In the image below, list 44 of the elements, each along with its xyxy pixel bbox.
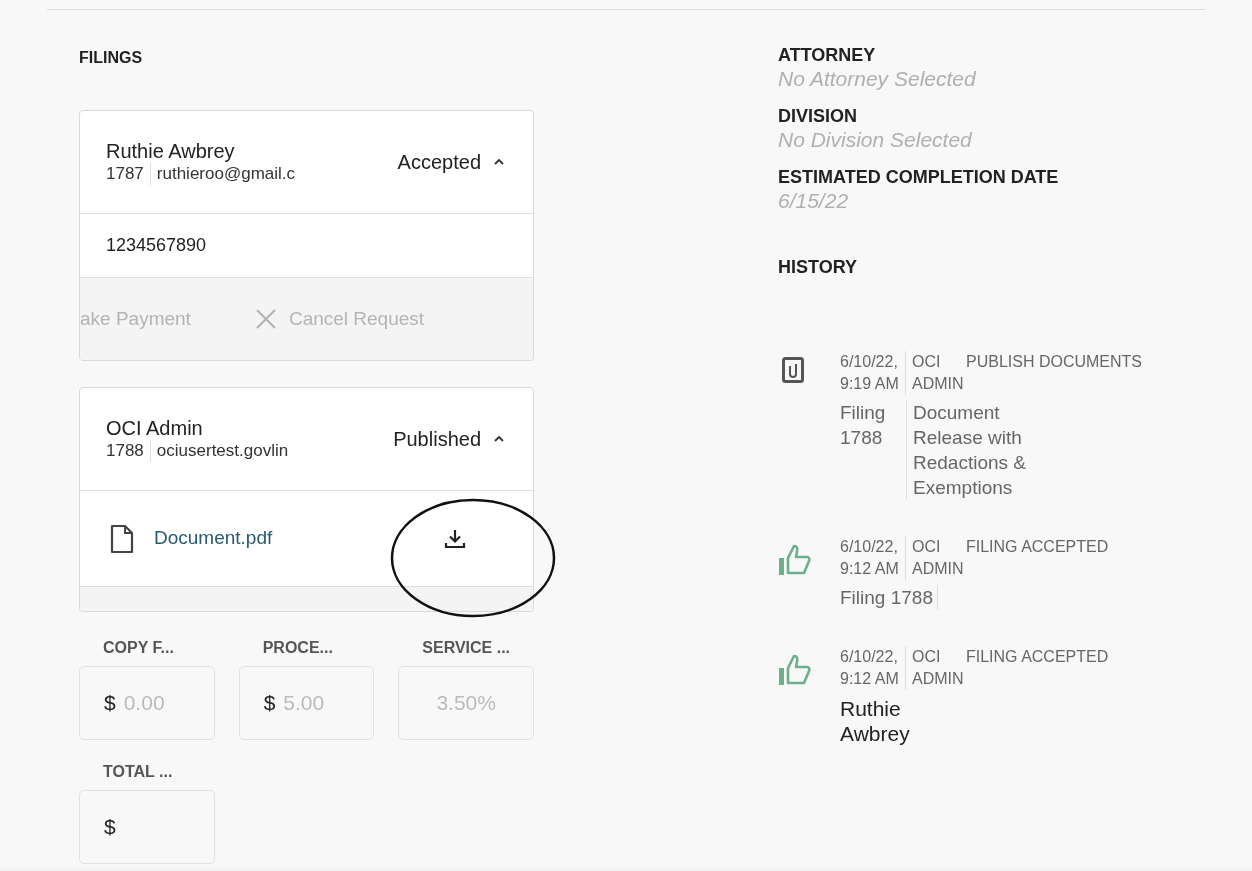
filing-number: 1787 xyxy=(106,163,151,185)
file-icon xyxy=(110,523,134,554)
detail-value: 6/15/22 xyxy=(778,188,850,214)
detail-label: ATTORNEY xyxy=(778,44,877,66)
detail-value: No Attorney Selected xyxy=(778,66,977,92)
field-label: SERVICE ... xyxy=(421,638,512,658)
section-heading: FILINGS xyxy=(79,48,144,68)
history-subject: Filing 1788 xyxy=(840,401,887,450)
history-date: 6/10/22, 9:12 AM xyxy=(840,646,906,690)
fee-field: $ 5.00 xyxy=(238,666,375,740)
history-subject: Filing 1788 xyxy=(840,586,934,610)
thumbs-up-icon xyxy=(778,544,814,576)
fee-field: 3.50% xyxy=(398,666,534,740)
filer-name: OCI Admin xyxy=(106,416,204,440)
filer-email: ruthieroo@gmail.c xyxy=(155,163,296,185)
history-action: PUBLISH DOCUMENTS xyxy=(966,352,1143,372)
field-label: PROCE... xyxy=(261,638,334,658)
attachment-icon xyxy=(782,357,804,383)
history-action: FILING ACCEPTED xyxy=(966,647,1109,667)
history-actor: OCI ADMIN xyxy=(911,537,965,579)
section-heading: HISTORY xyxy=(778,256,858,279)
fee-field: $ xyxy=(79,790,215,864)
detail-label: DIVISION xyxy=(778,105,858,127)
filer-name: Ruthie Awbrey xyxy=(106,139,236,163)
close-icon xyxy=(254,308,277,330)
status-toggle[interactable]: Accepted xyxy=(397,147,507,177)
document-link[interactable]: Document.pdf xyxy=(154,524,273,553)
field-label: TOTAL ... xyxy=(102,762,174,782)
history-detail: Document Release with Redactions & Exemptions xyxy=(906,400,1034,500)
history-actor: OCI ADMIN xyxy=(911,352,965,394)
status-toggle[interactable]: Published xyxy=(393,424,507,454)
history-name: Ruthie Awbrey xyxy=(840,696,911,746)
detail-label: ESTIMATED COMPLETION DATE xyxy=(778,166,1060,188)
history-actor: OCI ADMIN xyxy=(911,647,965,689)
history-date: 6/10/22, 9:19 AM xyxy=(840,351,906,395)
history-date: 6/10/22, 9:12 AM xyxy=(840,536,906,580)
fee-field: $ 0.00 xyxy=(79,666,215,740)
filing-number: 1788 xyxy=(106,440,151,462)
history-action: FILING ACCEPTED xyxy=(966,537,1109,557)
thumbs-up-icon xyxy=(778,654,814,686)
detail-value: No Division Selected xyxy=(778,127,973,153)
field-label: COPY F... xyxy=(102,638,175,658)
filing-detail: 1234567890 xyxy=(106,234,207,257)
filer-email: ociusertest.govlin xyxy=(155,440,289,462)
